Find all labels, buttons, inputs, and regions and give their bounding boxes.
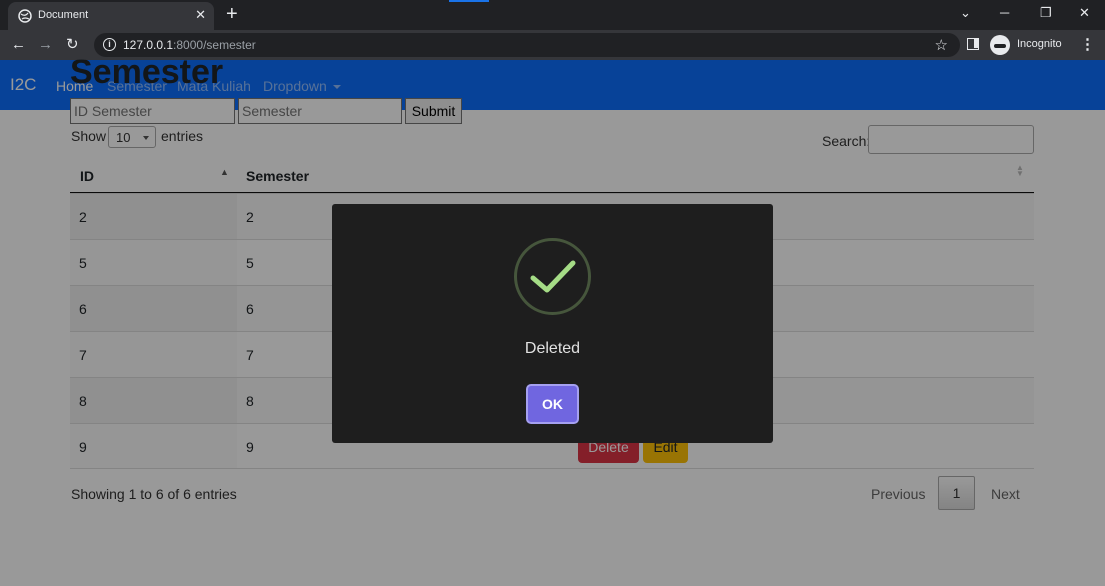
site-info-icon[interactable]: i — [103, 38, 116, 51]
url-text[interactable]: 127.0.0.1:8000/semester — [123, 38, 256, 52]
success-check-icon — [514, 238, 591, 315]
url-path: :8000/semester — [173, 38, 256, 52]
tab-search-icon[interactable]: ⌄ — [960, 4, 971, 22]
forward-icon[interactable]: → — [38, 35, 53, 55]
url-host: 127.0.0.1 — [123, 38, 174, 52]
browser-tab[interactable]: Document ✕ — [8, 2, 214, 30]
bookmark-star-icon[interactable]: ☆ — [935, 36, 948, 54]
incognito-label: Incognito — [1017, 38, 1062, 50]
minimize-icon[interactable]: ─ — [1000, 4, 1009, 22]
checkmark-icon — [530, 260, 576, 293]
restore-icon[interactable]: ❐ — [1040, 4, 1052, 22]
alert-dialog: Deleted OK — [332, 204, 773, 443]
browser-tab-strip: Document ✕ + ⌄ ─ ❐ ✕ — [0, 0, 1105, 30]
address-bar[interactable]: i 127.0.0.1:8000/semester ☆ — [94, 33, 960, 57]
globe-icon — [18, 9, 32, 23]
back-icon[interactable]: ← — [11, 35, 26, 55]
tab-title: Document — [38, 9, 89, 21]
dialog-title: Deleted — [524, 340, 581, 357]
window-close-icon[interactable]: ✕ — [1079, 4, 1090, 22]
ok-button[interactable]: OK — [526, 384, 579, 424]
incognito-badge[interactable]: Incognito — [990, 33, 1070, 57]
tab-close-icon[interactable]: ✕ — [195, 7, 206, 23]
tab-indicator — [449, 0, 489, 2]
side-panel-icon[interactable] — [967, 38, 979, 50]
modal-backdrop-nav — [0, 60, 1105, 110]
new-tab-icon[interactable]: + — [226, 3, 238, 25]
browser-menu-icon[interactable]: ⋮ — [1080, 35, 1095, 55]
incognito-icon — [990, 35, 1010, 55]
reload-icon[interactable]: ↻ — [66, 35, 79, 55]
